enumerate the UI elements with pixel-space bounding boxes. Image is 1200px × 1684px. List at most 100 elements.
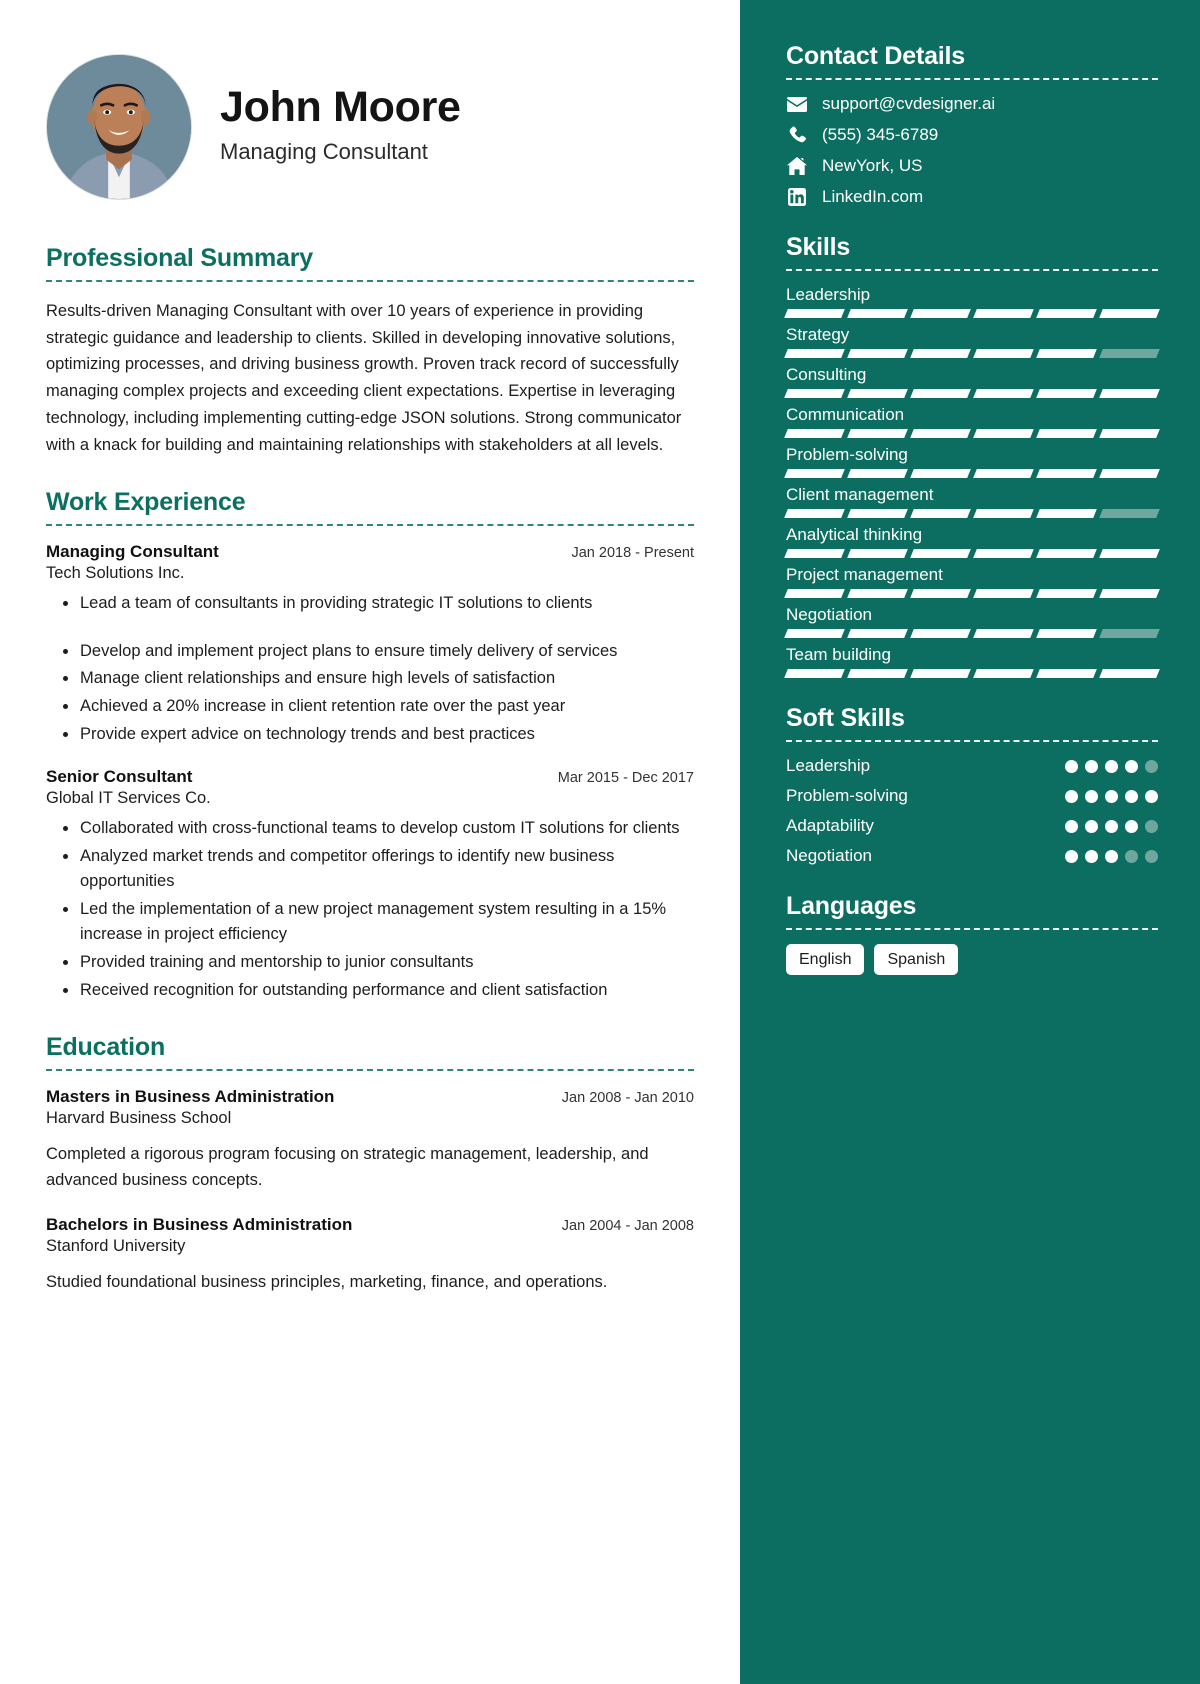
section-heading-summary: Professional Summary (46, 244, 313, 272)
skill-level-bar (784, 349, 1160, 358)
education-school: Harvard Business School (46, 1109, 232, 1128)
skill-segment (784, 509, 845, 518)
skill-segment (784, 349, 845, 358)
job-role: Managing Consultant (46, 542, 219, 562)
skill-segment (1036, 349, 1097, 358)
skill-segment (973, 549, 1034, 558)
education-description: Completed a rigorous program focusing on… (46, 1145, 649, 1189)
skill-level-bar (784, 429, 1160, 438)
job-header: Senior Consultant Mar 2015 - Dec 2017 (46, 767, 694, 787)
skill-segment (847, 549, 908, 558)
soft-skill-label: Negotiation (786, 846, 873, 865)
divider (786, 78, 1158, 80)
skill-level-bar (784, 549, 1160, 558)
skill-label: Team building (786, 645, 891, 664)
section-languages: Languages English Spanish (786, 892, 1158, 976)
soft-skill-rating (1065, 849, 1158, 863)
contact-email[interactable]: support@cvdesigner.ai (786, 94, 1158, 114)
skill-segment (973, 349, 1034, 358)
skill-segment (910, 469, 971, 478)
skill-segment (1099, 589, 1160, 598)
section-heading-work: Work Experience (46, 488, 246, 517)
divider (46, 280, 694, 282)
skill-item: Strategy (784, 325, 1160, 358)
skill-label: Consulting (786, 365, 867, 384)
skill-segment (1099, 469, 1160, 478)
phone-icon (786, 125, 808, 145)
education-entry: Masters in Business Administration Jan 2… (46, 1087, 694, 1193)
skill-segment (1036, 549, 1097, 558)
list-item: Led the implementation of a new project … (46, 897, 694, 948)
contact-location[interactable]: NewYork, US (786, 156, 1158, 176)
skill-item: Analytical thinking (784, 525, 1160, 558)
name-block: John Moore Managing Consultant (220, 85, 461, 168)
rating-dot (1085, 819, 1098, 833)
skill-segment (973, 309, 1034, 318)
skill-segment (784, 389, 845, 398)
job-entry: Senior Consultant Mar 2015 - Dec 2017 Gl… (46, 767, 694, 1003)
soft-skill-row: Negotiation (786, 846, 1158, 866)
job-bullets: Lead a team of consultants in providing … (46, 591, 694, 747)
job-entry: Managing Consultant Jan 2018 - Present T… (46, 542, 694, 747)
skill-item: Leadership (784, 285, 1160, 318)
rating-dot (1105, 819, 1118, 833)
contact-phone[interactable]: (555) 345-6789 (786, 125, 1158, 145)
skill-level-bar (784, 389, 1160, 398)
rating-dot (1125, 819, 1138, 833)
job-role: Senior Consultant (46, 767, 193, 787)
soft-skill-label: Leadership (786, 756, 871, 775)
contact-list: support@cvdesigner.ai (555) 345-6789 New… (786, 94, 1158, 207)
skill-segment (910, 669, 971, 678)
language-pill: Spanish (874, 944, 959, 976)
contact-linkedin[interactable]: LinkedIn.com (786, 187, 1158, 207)
skill-segment (847, 429, 908, 438)
skill-segment (973, 589, 1034, 598)
section-soft-skills: Soft Skills Leadership Problem-solving Ada… (786, 704, 1158, 866)
sidebar: Contact Details support@cvdesigner.ai (5… (740, 0, 1200, 1684)
skills-list: Leadership Strategy Consulting Communicatio… (784, 285, 1160, 678)
resume-page: John Moore Managing Consultant Professio… (0, 0, 1200, 1684)
list-item: Provide expert advice on technology tren… (46, 722, 694, 748)
skill-segment (910, 309, 971, 318)
rating-dot (1145, 789, 1158, 803)
rating-dot (1145, 759, 1158, 773)
skill-segment (910, 589, 971, 598)
skill-segment (1099, 669, 1160, 678)
skill-segment (784, 429, 845, 438)
rating-dot (1065, 789, 1078, 803)
skill-segment (1036, 629, 1097, 638)
skill-segment (784, 469, 845, 478)
section-heading-languages: Languages (786, 892, 917, 920)
job-bullets: Collaborated with cross-functional teams… (46, 816, 694, 1003)
section-heading-soft-skills: Soft Skills (786, 704, 905, 732)
education-degree: Masters in Business Administration (46, 1087, 335, 1107)
skill-label: Strategy (786, 325, 850, 344)
education-degree: Bachelors in Business Administration (46, 1215, 353, 1235)
skill-segment (1036, 429, 1097, 438)
skill-segment (973, 669, 1034, 678)
skill-item: Communication (784, 405, 1160, 438)
divider (46, 1069, 694, 1072)
soft-skill-row: Leadership (786, 756, 1158, 776)
section-contact-details: Contact Details support@cvdesigner.ai (5… (786, 42, 1158, 207)
list-item: Achieved a 20% increase in client retent… (46, 694, 694, 720)
skill-segment (910, 629, 971, 638)
list-item: Collaborated with cross-functional teams… (46, 816, 694, 842)
skill-label: Negotiation (786, 605, 873, 624)
skill-segment (847, 309, 908, 318)
linkedin-icon (786, 187, 808, 207)
skill-level-bar (784, 309, 1160, 318)
skill-segment (847, 669, 908, 678)
contact-value: support@cvdesigner.ai (822, 94, 996, 113)
soft-skills-list: Leadership Problem-solving Adaptability Neg… (786, 756, 1158, 866)
skill-label: Leadership (786, 285, 871, 304)
list-item: Develop and implement project plans to e… (46, 639, 694, 665)
avatar (46, 54, 192, 200)
skill-segment (1036, 469, 1097, 478)
skill-segment (910, 509, 971, 518)
job-dates: Mar 2015 - Dec 2017 (557, 770, 694, 787)
contact-value: (555) 345-6789 (822, 125, 939, 144)
section-heading-contact: Contact Details (786, 42, 965, 70)
rating-dot (1065, 819, 1078, 833)
skill-segment (910, 389, 971, 398)
